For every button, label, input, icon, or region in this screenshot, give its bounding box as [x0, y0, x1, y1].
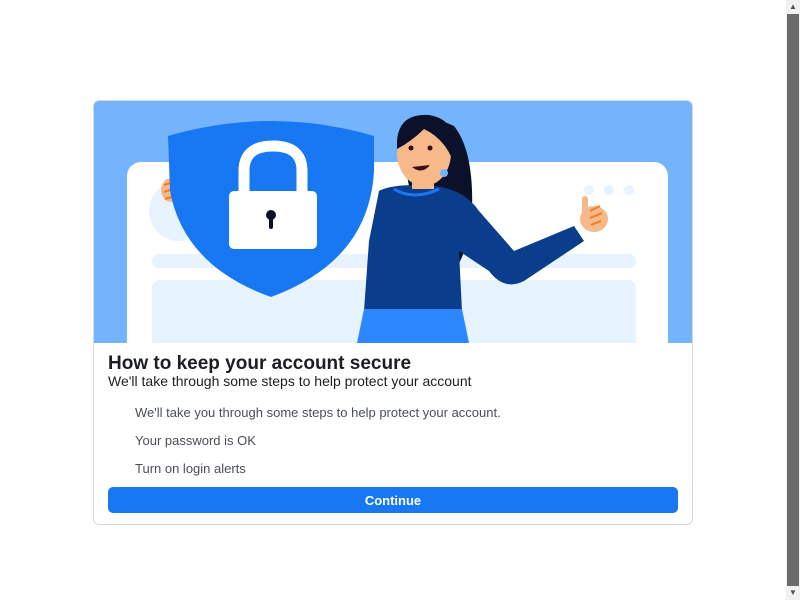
scroll-up-arrow-icon[interactable]: ▲: [786, 0, 800, 14]
continue-button[interactable]: Continue: [108, 487, 678, 513]
step-item: We'll take you through some steps to hel…: [135, 405, 501, 420]
step-item: Your password is OK: [135, 433, 256, 448]
scroll-down-arrow-icon[interactable]: ▼: [786, 586, 800, 600]
dialog-subtitle: We'll take through some steps to help pr…: [108, 373, 472, 389]
scrollbar-thumb[interactable]: [787, 14, 799, 586]
security-dialog: How to keep your account secure We'll ta…: [93, 100, 693, 525]
step-item: Turn on login alerts: [135, 461, 246, 476]
dialog-title: How to keep your account secure: [108, 353, 412, 374]
page-scrollbar[interactable]: ▲ ▼: [786, 0, 800, 600]
security-illustration: [94, 101, 692, 343]
